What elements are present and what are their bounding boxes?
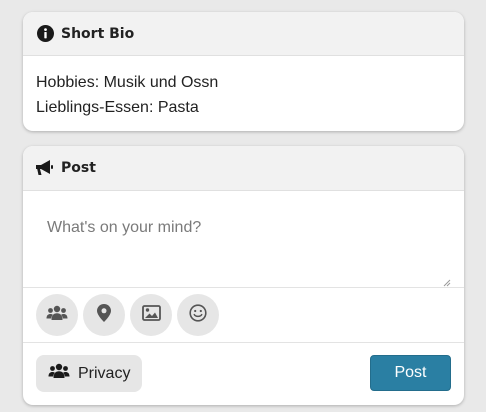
image-icon (141, 305, 161, 325)
tag-friends-button[interactable] (36, 294, 78, 336)
location-pin-icon (97, 304, 111, 326)
megaphone-icon (35, 158, 55, 178)
bio-line-favorite-food: Lieblings-Essen: Pasta (36, 99, 199, 116)
post-input-area (23, 191, 464, 288)
users-icon (48, 363, 70, 384)
post-header: Post (23, 146, 464, 191)
users-icon (46, 305, 68, 325)
privacy-button[interactable]: Privacy (36, 355, 143, 392)
post-actions-row: Privacy Post (23, 343, 464, 405)
smiley-icon (189, 304, 207, 326)
post-text-input[interactable] (23, 191, 464, 287)
post-submit-button[interactable]: Post (370, 355, 451, 391)
add-emoji-button[interactable] (177, 294, 219, 336)
short-bio-header: Short Bio (23, 12, 464, 56)
short-bio-body: Hobbies: Musik und Ossn Lieblings-Essen:… (23, 56, 464, 120)
short-bio-card: Short Bio Hobbies: Musik und Ossn Liebli… (23, 12, 464, 131)
textarea-resize-handle[interactable] (443, 272, 451, 287)
info-circle-icon (35, 24, 55, 44)
add-photo-button[interactable] (130, 294, 172, 336)
bio-line-hobbies: Hobbies: Musik und Ossn (36, 74, 219, 91)
post-card: Post What's on your mind? Privacy Post (23, 146, 464, 405)
post-title: Post (61, 160, 96, 176)
add-location-button[interactable] (83, 294, 125, 336)
short-bio-title: Short Bio (61, 25, 135, 42)
post-tools-row (23, 288, 464, 343)
privacy-label: Privacy (78, 364, 131, 382)
